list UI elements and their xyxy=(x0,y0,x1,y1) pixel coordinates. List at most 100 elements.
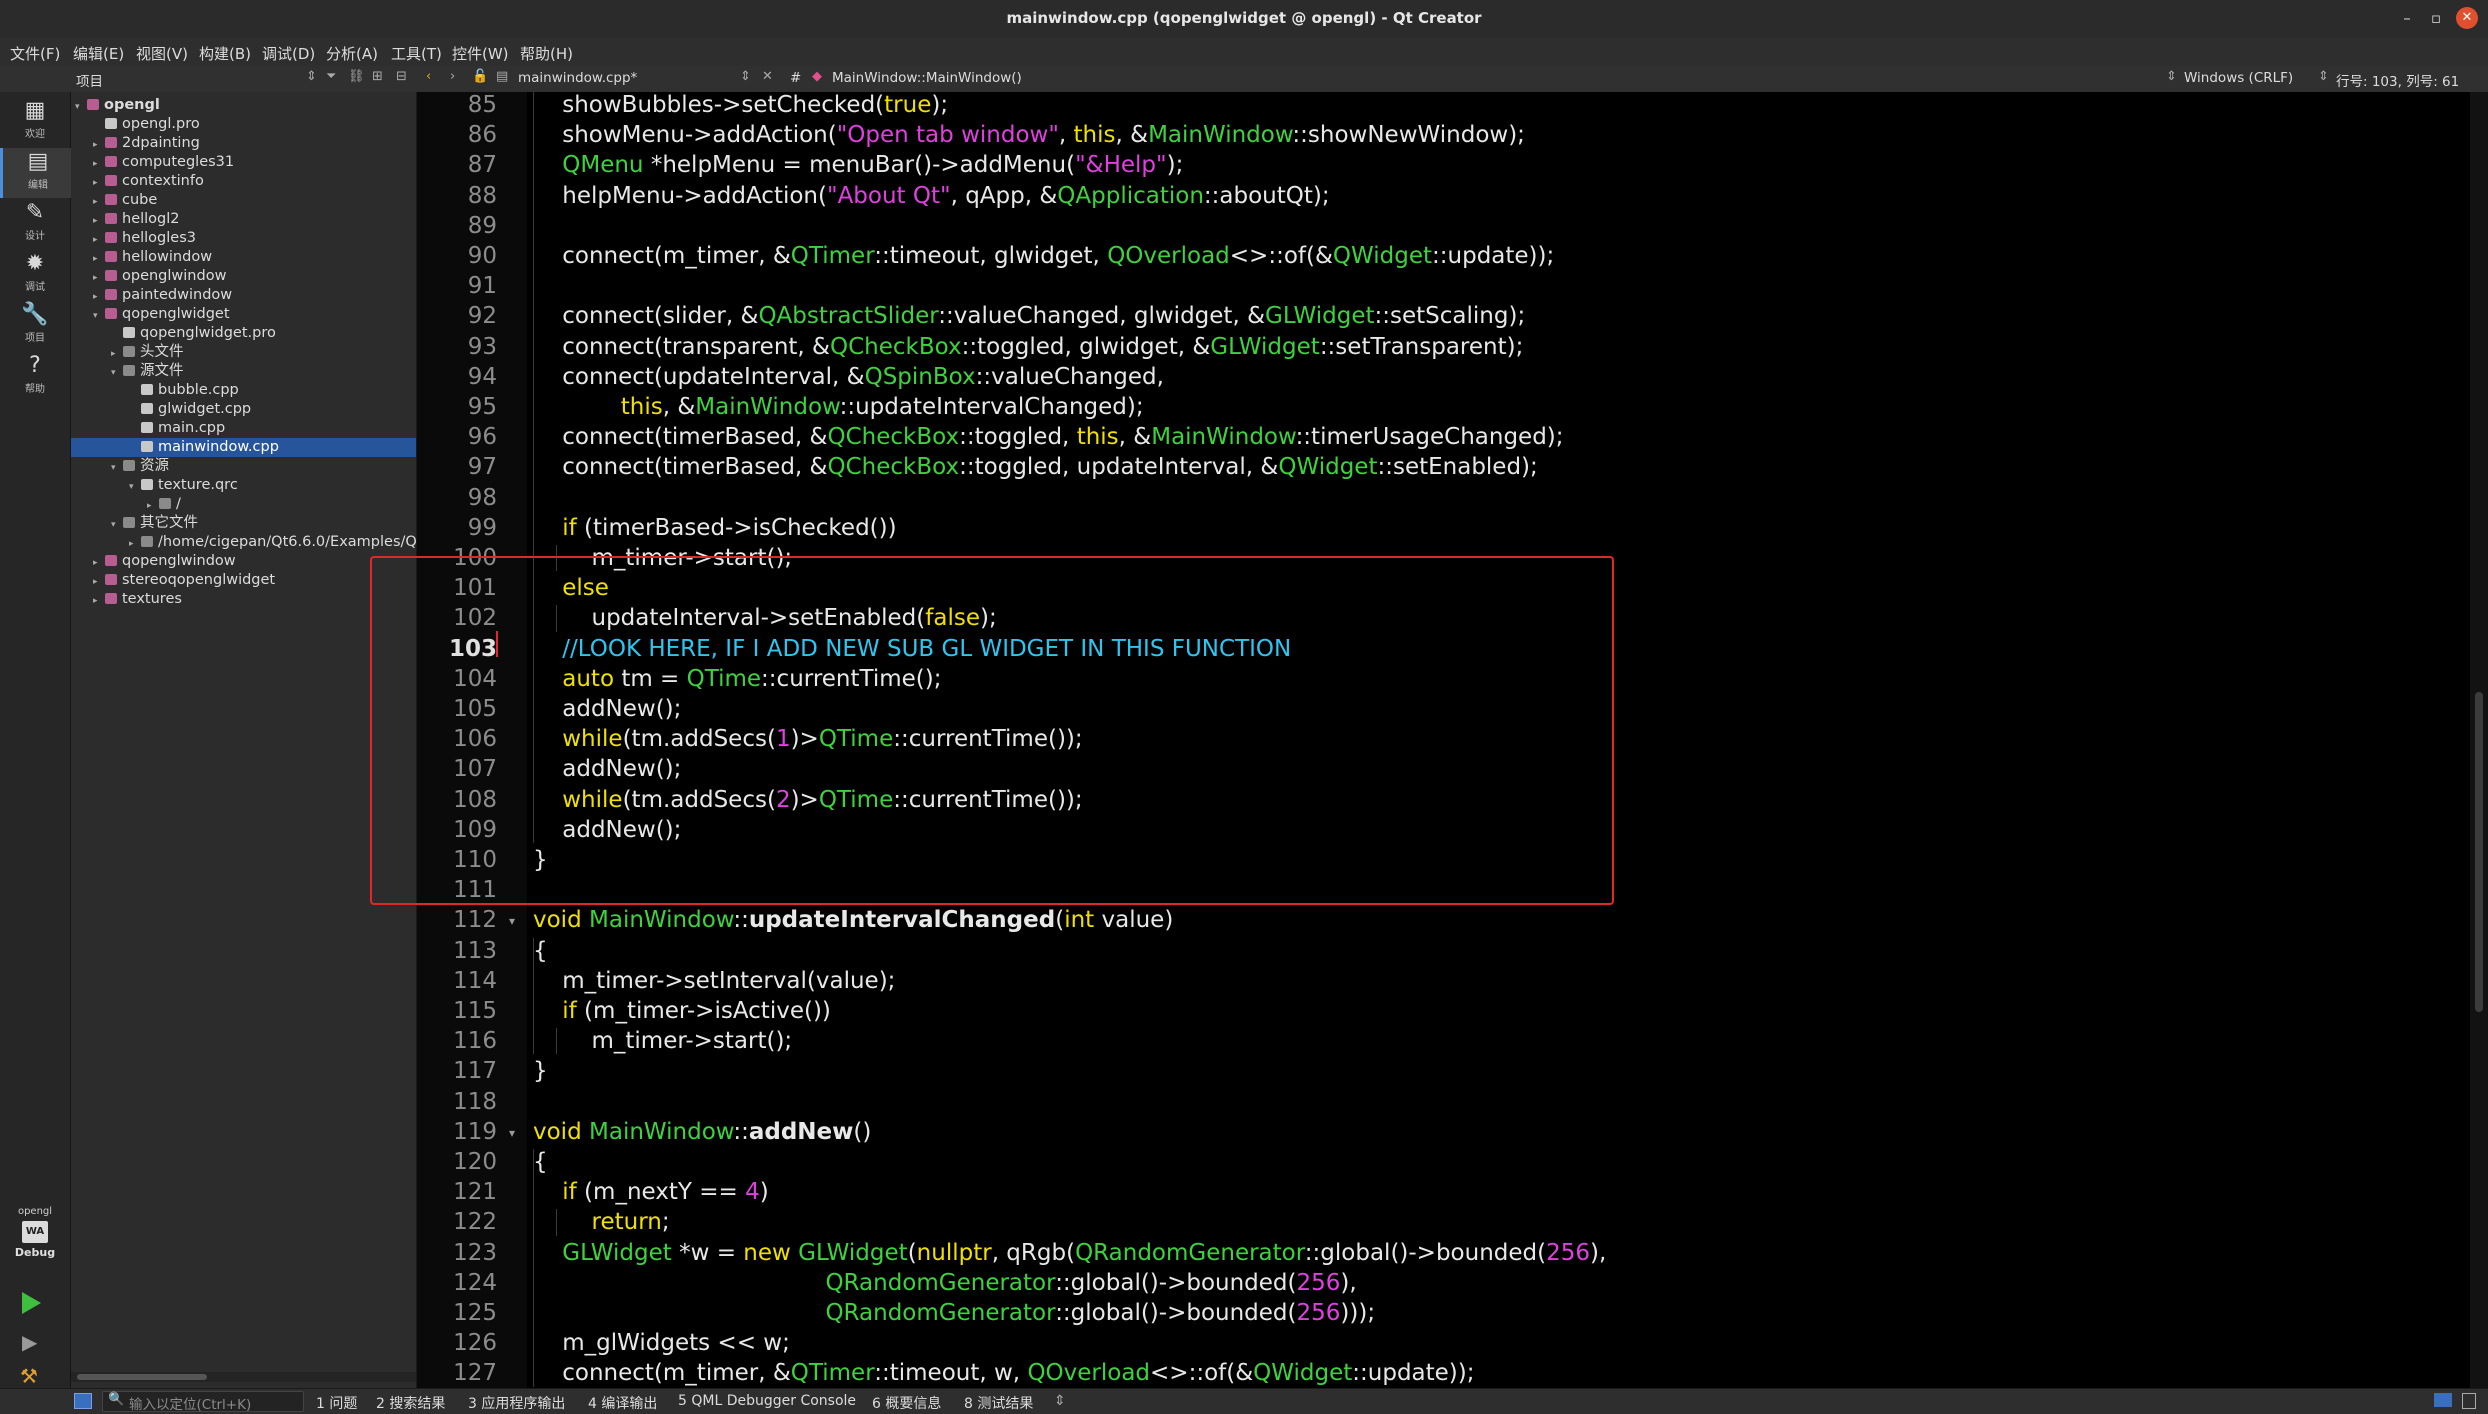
tree-item[interactable]: main.cpp xyxy=(71,419,416,438)
tree-item[interactable]: bubble.cpp xyxy=(71,381,416,400)
tree-item[interactable]: ▸ cube xyxy=(71,191,416,210)
code-line[interactable]: helpMenu->addAction("About Qt", qApp, &Q… xyxy=(533,181,1329,211)
pane-test-results[interactable]: 8 测试结果 xyxy=(964,1393,1033,1413)
line-ending-dropdown-icon[interactable]: ⇕ xyxy=(2318,69,2329,84)
code-line[interactable]: m_timer->start(); xyxy=(533,1026,792,1056)
scrollbar-thumb[interactable] xyxy=(77,1374,207,1380)
mode-projects[interactable]: 🔧 项目 xyxy=(0,301,70,351)
tree-item[interactable]: ▸ contextinfo xyxy=(71,172,416,191)
pane-issues[interactable]: 1 问题 xyxy=(316,1393,357,1413)
mode-welcome[interactable]: ▦ 欢迎 xyxy=(0,97,70,147)
mode-help[interactable]: ? 帮助 xyxy=(0,352,70,402)
fold-arrow-icon[interactable]: ▾ xyxy=(509,914,515,928)
code-line[interactable]: if (m_timer->isActive()) xyxy=(533,996,831,1026)
tree-item[interactable]: ▾ 其它文件 xyxy=(71,514,416,533)
toggle-sidebar-icon[interactable] xyxy=(74,1393,92,1409)
tree-item[interactable]: ▸ openglwindow xyxy=(71,267,416,286)
code-line[interactable]: GLWidget *w = new GLWidget(nullptr, qRgb… xyxy=(533,1238,1606,1268)
menu-edit[interactable]: 编辑(E) xyxy=(73,43,124,64)
close-button[interactable]: ✕ xyxy=(2456,7,2478,29)
cursor-position[interactable]: 行号: 103, 列号: 61 xyxy=(2336,70,2459,90)
tree-item[interactable]: ▾ texture.qrc xyxy=(71,476,416,495)
progress-toggle-icon[interactable] xyxy=(2434,1393,2452,1407)
code-line[interactable]: connect(slider, &QAbstractSlider::valueC… xyxy=(533,301,1525,331)
tree-item[interactable]: ▸ hellogl2 xyxy=(71,210,416,229)
code-line[interactable]: m_timer->setInterval(value); xyxy=(533,966,895,996)
menu-help[interactable]: 帮助(H) xyxy=(520,43,573,64)
pane-general-messages[interactable]: 6 概要信息 xyxy=(872,1393,941,1413)
code-line[interactable]: if (m_nextY == 4) xyxy=(533,1177,768,1207)
tree-item[interactable]: ▸ textures xyxy=(71,590,416,609)
code-line[interactable]: { xyxy=(533,936,548,966)
file-tab[interactable]: mainwindow.cpp* xyxy=(518,70,637,86)
back-icon[interactable]: ‹ xyxy=(426,69,431,84)
kit-selector[interactable]: opengl WA Debug xyxy=(0,1206,70,1268)
close-file-icon[interactable]: ✕ xyxy=(762,69,773,84)
menu-file[interactable]: 文件(F) xyxy=(10,43,60,64)
symbol-dropdown-icon[interactable]: ⇕ xyxy=(2166,69,2177,84)
code-line[interactable]: if (timerBased->isChecked()) xyxy=(533,513,896,543)
code-line[interactable]: connect(m_timer, &QTimer::timeout, glwid… xyxy=(533,241,1554,271)
menu-controls[interactable]: 控件(W) xyxy=(452,43,509,64)
editor-scrollbar[interactable] xyxy=(2470,92,2488,1388)
pane-selector-icon[interactable]: ⇕ xyxy=(306,69,317,84)
maximize-button[interactable]: ▫ xyxy=(2425,7,2447,29)
tree-item[interactable]: ▸ / xyxy=(71,495,416,514)
tree-item[interactable]: ▸ hellogles3 xyxy=(71,229,416,248)
tree-item[interactable]: ▾ 资源 xyxy=(71,457,416,476)
output-toggle-icon[interactable] xyxy=(2462,1393,2476,1409)
mode-edit[interactable]: ▤ 编辑 xyxy=(0,148,73,198)
code-line[interactable]: showMenu->addAction("Open tab window", t… xyxy=(533,120,1525,150)
code-line[interactable]: } xyxy=(533,1056,548,1086)
menu-analyze[interactable]: 分析(A) xyxy=(326,43,378,64)
code-line[interactable]: showBubbles->setChecked(true); xyxy=(533,92,948,120)
mode-debug[interactable]: ✹ 调试 xyxy=(0,250,70,300)
menu-tools[interactable]: 工具(T) xyxy=(391,43,442,64)
tree-item[interactable]: ▾ opengl xyxy=(71,96,416,115)
tree-item[interactable]: ▸ stereoqopenglwidget xyxy=(71,571,416,590)
locator-input[interactable]: 🔍 输入以定位(Ctrl+K) xyxy=(102,1391,304,1413)
more-panes-icon[interactable]: ⇕ xyxy=(1054,1393,1066,1409)
tree-item[interactable]: ▸ paintedwindow xyxy=(71,286,416,305)
tree-item[interactable]: ▾ 源文件 xyxy=(71,362,416,381)
link-icon[interactable]: ⛓ xyxy=(348,69,365,84)
code-line[interactable]: connect(m_timer, &QTimer::timeout, w, QO… xyxy=(533,1358,1474,1388)
close-pane-icon[interactable]: ⊟ xyxy=(396,69,407,84)
scrollbar-thumb[interactable] xyxy=(2475,692,2483,1012)
minimize-button[interactable]: – xyxy=(2396,7,2418,29)
tree-item[interactable]: ▸/home/cigepan/Qt6.6.0/Examples/Qt xyxy=(71,533,416,552)
code-line[interactable]: void MainWindow::updateIntervalChanged(i… xyxy=(533,905,1173,935)
filter-icon[interactable]: ⏷ xyxy=(326,69,336,84)
tree-item[interactable]: opengl.pro xyxy=(71,115,416,134)
tree-horizontal-scrollbar[interactable] xyxy=(71,1372,416,1382)
code-line[interactable]: QRandomGenerator::global()->bounded(256)… xyxy=(533,1268,1356,1298)
code-line[interactable]: return; xyxy=(533,1207,670,1237)
code-line[interactable]: this, &MainWindow::updateIntervalChanged… xyxy=(533,392,1144,422)
symbol-selector[interactable]: MainWindow::MainWindow() xyxy=(832,70,1022,86)
run-button[interactable] xyxy=(22,1292,41,1314)
tree-item[interactable]: ▸ hellowindow xyxy=(71,248,416,267)
pane-application-output[interactable]: 3 应用程序输出 xyxy=(468,1393,565,1413)
line-ending-selector[interactable]: Windows (CRLF) xyxy=(2184,70,2293,86)
debug-run-button[interactable]: ▶ xyxy=(22,1330,37,1354)
forward-icon[interactable]: › xyxy=(450,69,455,84)
tree-item[interactable]: ▸ 2dpainting xyxy=(71,134,416,153)
fold-arrow-icon[interactable]: ▾ xyxy=(509,1126,515,1140)
code-line[interactable]: m_glWidgets << w; xyxy=(533,1328,790,1358)
collapsed-arrow-icon[interactable]: ▸ xyxy=(93,592,105,611)
pane-compile-output[interactable]: 4 编译输出 xyxy=(588,1393,657,1413)
code-line[interactable]: QRandomGenerator::global()->bounded(256)… xyxy=(533,1298,1375,1328)
tree-item[interactable]: ▸ computegles31 xyxy=(71,153,416,172)
code-line[interactable]: void MainWindow::addNew() xyxy=(533,1117,871,1147)
tree-item[interactable]: ▾ qopenglwidget xyxy=(71,305,416,324)
split-icon[interactable]: ⊞ xyxy=(372,69,383,84)
code-line[interactable]: connect(transparent, &QCheckBox::toggled… xyxy=(533,332,1523,362)
lock-icon[interactable]: 🔓 xyxy=(472,69,488,84)
tree-item[interactable]: glwidget.cpp xyxy=(71,400,416,419)
code-line[interactable]: QMenu *helpMenu = menuBar()->addMenu("&H… xyxy=(533,150,1183,180)
pane-qml-debugger-console[interactable]: 5 QML Debugger Console xyxy=(678,1393,856,1409)
code-line[interactable]: connect(timerBased, &QCheckBox::toggled,… xyxy=(533,422,1563,452)
code-line[interactable]: { xyxy=(533,1147,548,1177)
code-line[interactable]: connect(updateInterval, &QSpinBox::value… xyxy=(533,362,1164,392)
menu-debug[interactable]: 调试(D) xyxy=(262,43,315,64)
